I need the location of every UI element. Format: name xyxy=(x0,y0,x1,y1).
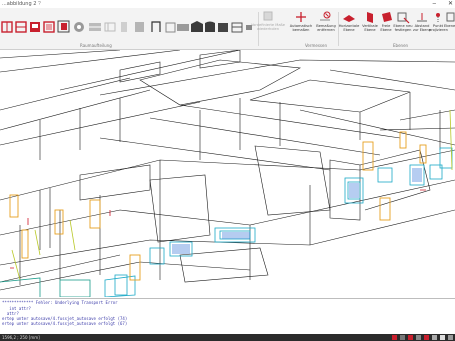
remove-dimension-icon xyxy=(320,11,331,21)
redefine-plane-icon xyxy=(397,12,410,24)
group-label-planes: Ebenen xyxy=(393,43,409,48)
room-tool-icon-13[interactable] xyxy=(177,24,189,31)
room-tool-icon-4[interactable] xyxy=(43,21,55,33)
repeat-dimension-icon xyxy=(263,11,273,21)
app-title: ...abbildung 2 xyxy=(2,1,37,7)
auto-dimension-icon xyxy=(296,12,306,22)
status-bar: 1596,2 ; 250 [mm] xyxy=(0,334,455,341)
cad-3d-viewport[interactable] xyxy=(0,50,455,297)
snap-toggle-icon[interactable] xyxy=(392,335,397,340)
blue-panels xyxy=(172,168,422,254)
cyan-cabinets xyxy=(104,147,453,297)
zoom-icon[interactable] xyxy=(432,335,437,340)
view-icon[interactable] xyxy=(424,335,429,340)
repeat-dimension-button[interactable]: Vordefinierte Maße wiederholen xyxy=(246,23,290,31)
close-button[interactable]: ✕ xyxy=(448,0,453,8)
plane-toggle-button[interactable]: Ebene ein/aus xyxy=(444,24,455,28)
add-icon[interactable] xyxy=(440,335,445,340)
room-tool-icon-15[interactable] xyxy=(205,21,215,33)
dimension-marks xyxy=(10,189,426,269)
command-console[interactable]: ************* Fehler: Underlying Transpo… xyxy=(0,298,455,335)
room-tool-icon-3[interactable] xyxy=(30,22,40,32)
group-label-measure: Vermessen xyxy=(305,43,327,48)
vertical-plane-icon xyxy=(367,12,373,23)
plane-toggle-icon xyxy=(446,12,455,22)
ribbon-toolbar: Raumaufteilung Vordefinierte Maße wieder… xyxy=(0,8,455,50)
distance-to-plane-icon xyxy=(417,13,427,22)
room-layout-icons xyxy=(1,20,252,33)
window-controls: – ✕ xyxy=(433,0,453,8)
horizontal-plane-icon xyxy=(343,15,355,22)
room-tool-icon-16[interactable] xyxy=(218,23,228,32)
room-tool-icon-14[interactable] xyxy=(191,21,203,32)
horizontal-plane-button[interactable]: Horizontale Ebene xyxy=(338,24,360,32)
room-tool-icon-10[interactable] xyxy=(135,22,144,32)
room-tool-icon-7[interactable] xyxy=(89,23,101,31)
wireframe-model xyxy=(0,50,455,297)
room-tool-icon-5[interactable] xyxy=(57,20,70,33)
room-tool-icon-8[interactable] xyxy=(104,22,116,32)
room-tool-icon-1[interactable] xyxy=(1,21,13,33)
remove-dimension-button[interactable]: Bemaßung entfernen xyxy=(313,24,339,32)
title-bar: ...abbildung 2 ? – ✕ xyxy=(0,0,455,8)
layer-icon[interactable] xyxy=(416,335,421,340)
room-tool-icon-17[interactable] xyxy=(231,22,243,33)
coordinate-readout: 1596,2 ; 250 [mm] xyxy=(2,335,40,340)
status-icons xyxy=(392,335,453,340)
help-mark[interactable]: ? xyxy=(38,0,41,8)
console-line: ertep unter autosave/4.fussjet_autosave … xyxy=(2,321,128,326)
room-tool-icon-11[interactable] xyxy=(151,21,161,32)
minimize-button[interactable]: – xyxy=(433,0,436,8)
settings-icon[interactable] xyxy=(448,335,453,340)
grid-toggle-icon[interactable] xyxy=(400,335,405,340)
room-tool-icon-2[interactable] xyxy=(15,21,27,33)
free-plane-icon xyxy=(382,12,392,22)
auto-dimension-button[interactable]: Automatisch bemaßen xyxy=(288,24,314,32)
redefine-plane-button[interactable]: Ebene neu festlegen xyxy=(393,24,413,32)
group-label-room-layout: Raumaufteilung xyxy=(80,43,112,48)
room-tool-icon-12[interactable] xyxy=(165,22,176,33)
ortho-toggle-icon[interactable] xyxy=(408,335,413,340)
room-tool-icon-9[interactable] xyxy=(121,22,127,32)
room-tool-icon-6[interactable] xyxy=(74,22,84,32)
project-point-icon xyxy=(436,13,440,22)
console-line: ************* Fehler: Underlying Transpo… xyxy=(2,300,118,305)
